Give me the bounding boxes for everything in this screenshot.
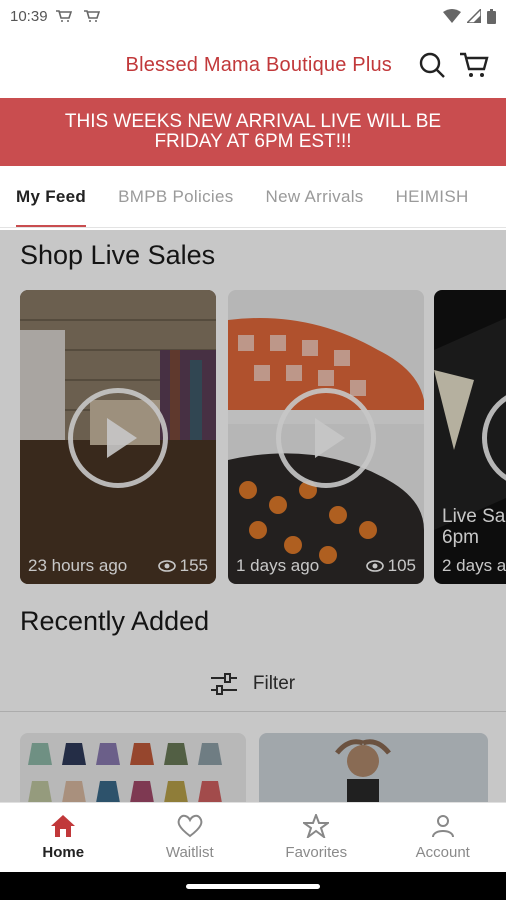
play-button[interactable] bbox=[68, 388, 168, 488]
store-title: Blessed Mama Boutique Plus bbox=[125, 53, 392, 76]
feed: Shop Live Sales 23 hours ago 155 1 days … bbox=[0, 228, 506, 802]
heart-icon bbox=[177, 814, 203, 838]
announcement-banner: THIS WEEKS NEW ARRIVAL LIVE WILL BE FRID… bbox=[0, 98, 506, 166]
eye-icon bbox=[365, 560, 384, 572]
battery-icon bbox=[487, 8, 496, 24]
card-views: 105 bbox=[365, 556, 416, 576]
product-card[interactable] bbox=[20, 733, 246, 802]
card-meta: 2 days a bbox=[442, 556, 506, 576]
wifi-icon bbox=[443, 9, 461, 23]
card-time: 1 days ago bbox=[236, 556, 320, 575]
tab-my-feed[interactable]: My Feed bbox=[0, 166, 102, 227]
tab-bmpb-policies[interactable]: BMPB Policies bbox=[102, 166, 249, 227]
system-navigation-bar bbox=[0, 872, 506, 900]
card-meta: 23 hours ago 155 bbox=[28, 556, 208, 576]
card-views: 155 bbox=[157, 556, 208, 576]
tab-heimish[interactable]: HEIMISH bbox=[380, 166, 485, 227]
card-overlay-text: Live Sa 6pm bbox=[442, 506, 506, 548]
nav-waitlist[interactable]: Waitlist bbox=[127, 803, 254, 872]
filter-label: Filter bbox=[252, 672, 296, 694]
person-icon bbox=[431, 815, 454, 838]
nav-account[interactable]: Account bbox=[380, 803, 506, 872]
eye-icon bbox=[157, 560, 176, 572]
home-gesture-handle[interactable] bbox=[186, 883, 320, 889]
nav-favorites[interactable]: Favorites bbox=[253, 803, 380, 872]
status-bar: 10:39 bbox=[0, 0, 506, 32]
product-image bbox=[259, 733, 488, 802]
status-time: 10:39 bbox=[10, 7, 48, 25]
live-sale-card[interactable]: 23 hours ago 155 bbox=[20, 290, 216, 584]
bottom-navigation: Home Waitlist Favorites Account bbox=[0, 802, 506, 872]
recently-added-title: Recently Added bbox=[20, 606, 210, 636]
announcement-text: THIS WEEKS NEW ARRIVAL LIVE WILL BE FRID… bbox=[64, 111, 442, 152]
play-button[interactable] bbox=[276, 388, 376, 488]
product-card[interactable] bbox=[259, 733, 488, 802]
live-sale-card[interactable]: Live Sa 6pm 2 days a bbox=[434, 290, 506, 584]
play-icon bbox=[315, 418, 345, 458]
home-icon bbox=[51, 815, 76, 837]
card-meta: 1 days ago 105 bbox=[236, 556, 416, 576]
sliders-icon bbox=[210, 672, 237, 695]
product-image bbox=[20, 733, 246, 802]
category-tabs: My Feed BMPB Policies New Arrivals HEIMI… bbox=[0, 166, 506, 228]
cart-notification-icon bbox=[55, 10, 72, 22]
play-icon bbox=[107, 418, 137, 458]
star-icon bbox=[303, 814, 330, 838]
shop-live-sales-title: Shop Live Sales bbox=[20, 240, 216, 270]
cart-notification-icon bbox=[83, 10, 100, 22]
live-sale-card[interactable]: 1 days ago 105 bbox=[228, 290, 424, 584]
app-header: Blessed Mama Boutique Plus bbox=[0, 32, 506, 98]
cart-icon[interactable] bbox=[458, 49, 490, 81]
filter-button[interactable]: Filter bbox=[0, 656, 506, 712]
tab-new-arrivals[interactable]: New Arrivals bbox=[250, 166, 380, 227]
search-icon[interactable] bbox=[416, 49, 448, 81]
signal-icon bbox=[467, 9, 481, 23]
card-time: 2 days a bbox=[442, 556, 506, 575]
nav-home[interactable]: Home bbox=[0, 803, 127, 872]
card-time: 23 hours ago bbox=[28, 556, 128, 575]
